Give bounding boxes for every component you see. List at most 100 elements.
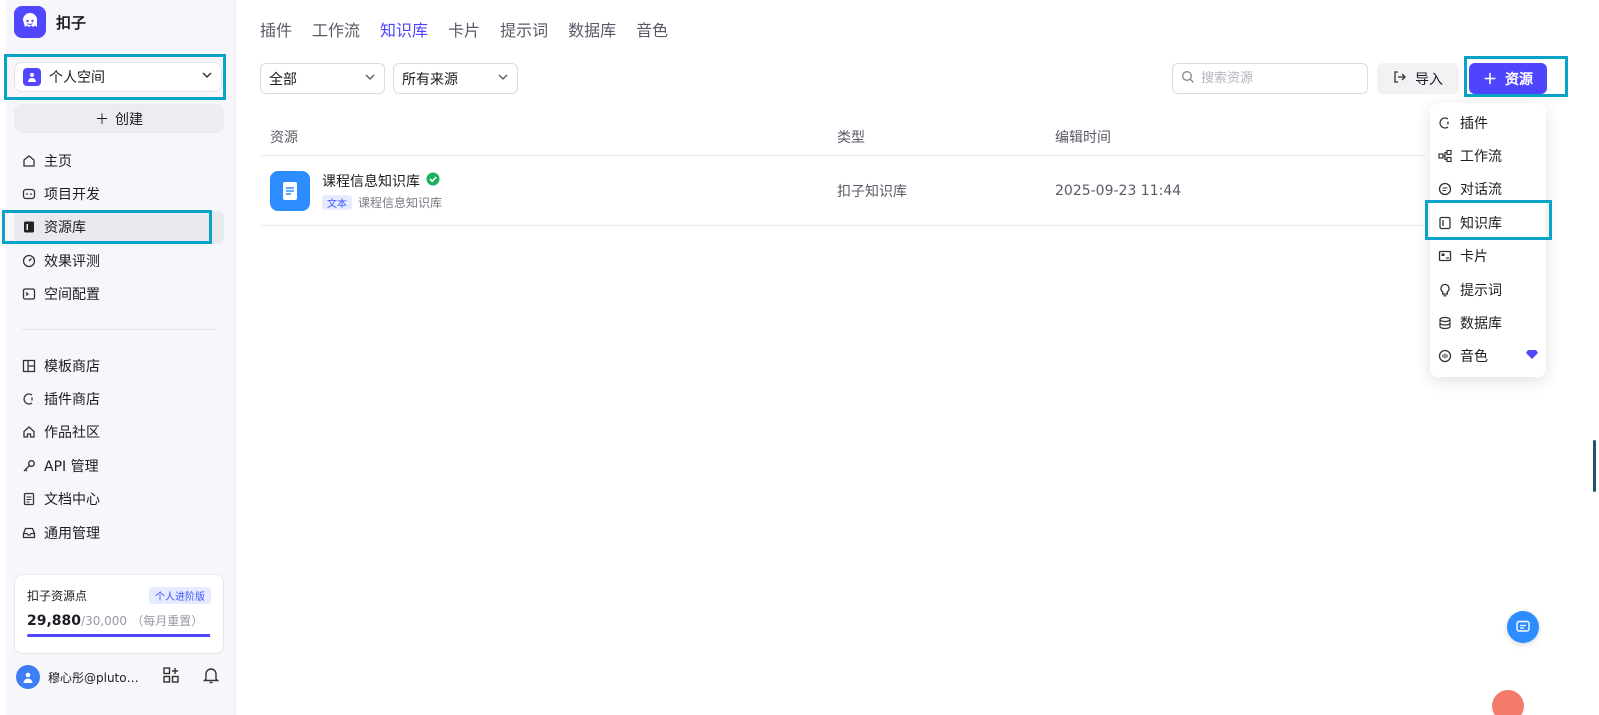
nav-item-projects[interactable]: 项目开发 xyxy=(14,177,224,210)
tab-workflow[interactable]: 工作流 xyxy=(312,17,360,41)
nav-item-community[interactable]: 作品社区 xyxy=(14,416,224,449)
nav-item-general[interactable]: 通用管理 xyxy=(14,516,224,549)
table-header: 资源 类型 编辑时间 xyxy=(260,118,1425,156)
nav-item-template-store[interactable]: 模板商店 xyxy=(14,349,224,382)
points-note: （每月重置） xyxy=(131,614,204,628)
inbox-icon xyxy=(22,526,36,540)
key-icon xyxy=(22,459,36,473)
assistant-orb[interactable] xyxy=(1492,690,1524,715)
nav-item-space-config[interactable]: 空间配置 xyxy=(14,278,224,311)
type-filter-select[interactable]: 全部 xyxy=(260,63,385,94)
type-filter-value: 全部 xyxy=(269,71,297,88)
search-icon xyxy=(1181,70,1195,88)
points-value: 29,880 xyxy=(27,613,82,629)
nav-label: 插件商店 xyxy=(44,392,100,409)
nav-item-home[interactable]: 主页 xyxy=(14,144,224,177)
table-row[interactable]: 课程信息知识库 文本 课程信息知识库 扣子知识库 2025-09-23 11:4… xyxy=(260,156,1425,226)
robot-icon xyxy=(22,187,36,201)
points-progress-fill xyxy=(27,634,211,637)
template-icon xyxy=(22,359,36,373)
nav-item-docs[interactable]: 文档中心 xyxy=(14,483,224,516)
doc-icon xyxy=(22,492,36,506)
user-row: 穆心彤@pluto… xyxy=(16,665,226,689)
points-total: /30,000 xyxy=(81,614,128,628)
tab-plugin[interactable]: 插件 xyxy=(260,17,292,41)
points-title: 扣子资源点 xyxy=(27,589,88,603)
nav-label: 主页 xyxy=(44,153,72,170)
app-root: 扣子 个人空间 ＋ 创建 主页 项目开发 资源库 效果评测 空间配置 模板商店 … xyxy=(0,0,1599,715)
avatar[interactable] xyxy=(16,665,40,689)
document-icon xyxy=(270,170,310,211)
nav-item-evaluation[interactable]: 效果评测 xyxy=(14,244,224,277)
plugin-icon xyxy=(22,392,36,406)
sidebar-divider xyxy=(22,329,216,330)
create-label: 创建 xyxy=(115,111,143,128)
tab-card[interactable]: 卡片 xyxy=(448,17,480,41)
tab-prompt[interactable]: 提示词 xyxy=(500,17,548,41)
resource-table: 资源 类型 编辑时间 课程信息知识库 文本 课程信息知识库 扣子知识库 2025… xyxy=(260,118,1425,226)
resource-name: 课程信息知识库 xyxy=(322,173,420,190)
home-icon xyxy=(22,154,36,168)
nav-item-plugin-store[interactable]: 插件商店 xyxy=(14,382,224,415)
add-resource-label: 资源 xyxy=(1505,71,1533,88)
chevron-down-icon xyxy=(201,69,213,85)
nav-label: API 管理 xyxy=(44,458,99,475)
menu-item-database[interactable]: 数据库 xyxy=(1430,306,1546,339)
space-label: 个人空间 xyxy=(49,70,105,86)
menu-item-chatflow[interactable]: 对话流 xyxy=(1430,173,1546,206)
nav-item-api[interactable]: API 管理 xyxy=(14,449,224,482)
space-selector[interactable]: 个人空间 xyxy=(14,62,222,92)
menu-item-card[interactable]: 卡片 xyxy=(1430,240,1546,273)
nav-bottom: 模板商店 插件商店 作品社区 API 管理 文档中心 通用管理 xyxy=(14,349,224,549)
voice-icon xyxy=(1438,349,1452,363)
header-resource: 资源 xyxy=(270,129,298,146)
create-button[interactable]: ＋ 创建 xyxy=(14,104,224,133)
menu-item-plugin[interactable]: 插件 xyxy=(1430,106,1546,139)
points-progress xyxy=(27,634,211,637)
nav-top: 主页 项目开发 资源库 效果评测 空间配置 xyxy=(14,144,224,311)
feedback-chat-button[interactable] xyxy=(1507,611,1539,643)
resource-desc: 课程信息知识库 xyxy=(358,195,443,210)
nav-label: 效果评测 xyxy=(44,253,100,270)
menu-label: 卡片 xyxy=(1460,249,1488,266)
search-input[interactable] xyxy=(1201,71,1351,86)
apps-grid-icon[interactable] xyxy=(162,666,180,688)
brand[interactable]: 扣子 xyxy=(14,6,86,38)
tab-voice[interactable]: 音色 xyxy=(636,17,668,41)
side-drag-handle[interactable] xyxy=(1593,440,1596,492)
plus-icon: ＋ xyxy=(95,111,109,128)
menu-item-knowledge[interactable]: 知识库 xyxy=(1430,206,1546,239)
premium-diamond-icon xyxy=(1526,348,1538,364)
tab-database[interactable]: 数据库 xyxy=(568,17,616,41)
plus-icon: ＋ xyxy=(1483,71,1497,88)
points-card[interactable]: 扣子资源点 个人进阶版 29,880/30,000 （每月重置） xyxy=(14,574,224,654)
menu-item-voice[interactable]: 音色 xyxy=(1430,340,1546,373)
header-time: 编辑时间 xyxy=(1055,129,1111,146)
library-icon xyxy=(22,220,36,234)
bulb-icon xyxy=(1438,283,1452,297)
menu-item-workflow[interactable]: 工作流 xyxy=(1430,139,1546,172)
import-icon xyxy=(1393,70,1407,88)
menu-label: 工作流 xyxy=(1460,149,1502,166)
database-icon xyxy=(1438,316,1452,330)
import-button[interactable]: 导入 xyxy=(1377,63,1459,94)
source-filter-value: 所有来源 xyxy=(402,71,458,88)
nav-item-library[interactable]: 资源库 xyxy=(14,210,224,245)
nav-label: 模板商店 xyxy=(44,358,100,375)
sidebar: 扣子 个人空间 ＋ 创建 主页 项目开发 资源库 效果评测 空间配置 模板商店 … xyxy=(2,0,236,715)
tab-knowledge[interactable]: 知识库 xyxy=(380,17,428,41)
menu-item-prompt[interactable]: 提示词 xyxy=(1430,273,1546,306)
bell-icon[interactable] xyxy=(202,666,220,688)
nav-label: 项目开发 xyxy=(44,187,100,204)
terminal-icon xyxy=(22,287,36,301)
workflow-icon xyxy=(1438,149,1452,163)
person-icon xyxy=(23,68,41,86)
add-resource-button[interactable]: ＋ 资源 xyxy=(1469,63,1547,94)
menu-label: 知识库 xyxy=(1460,215,1502,232)
card-icon xyxy=(1438,249,1452,263)
nav-label: 作品社区 xyxy=(44,425,100,442)
user-name[interactable]: 穆心彤@pluto… xyxy=(48,669,140,686)
resource-type: 扣子知识库 xyxy=(837,183,907,200)
plan-badge: 个人进阶版 xyxy=(149,587,211,604)
source-filter-select[interactable]: 所有来源 xyxy=(393,63,518,94)
